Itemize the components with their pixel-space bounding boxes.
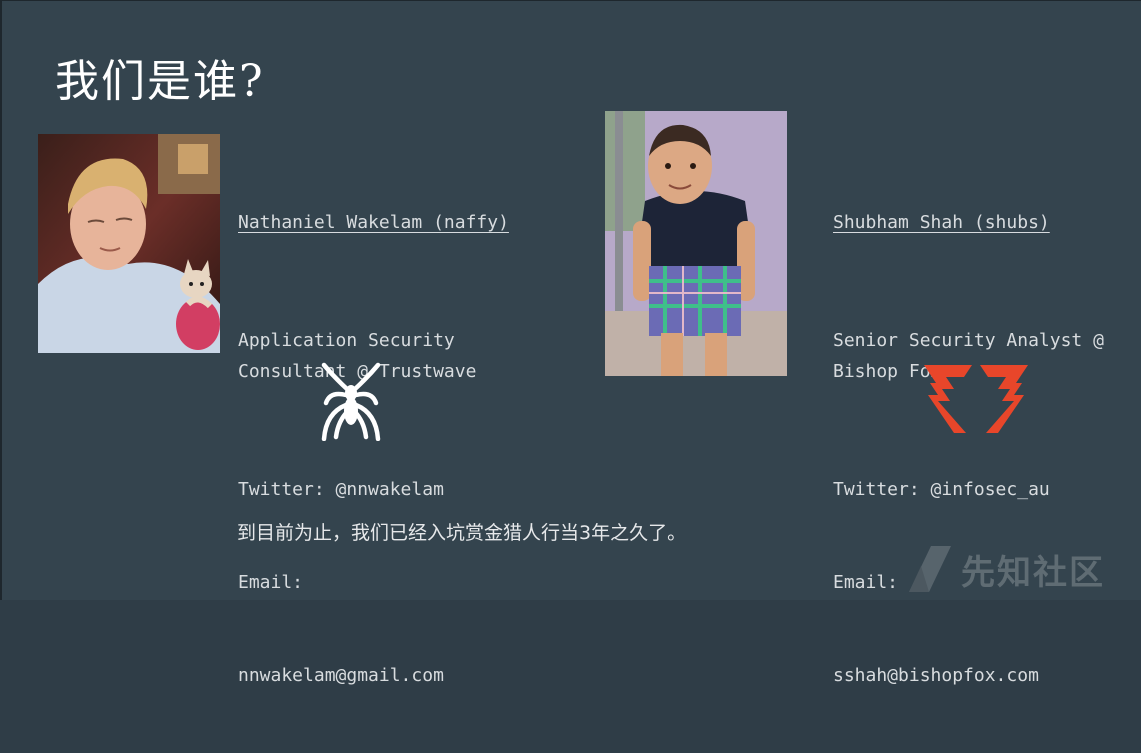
bishop-fox-logo	[924, 365, 1028, 435]
person-twitter: Twitter: @infosec_au	[833, 479, 1050, 500]
person-photo-naffy	[38, 134, 220, 353]
person-email-label: Email:	[238, 572, 304, 593]
slide-title: 我们是谁?	[55, 56, 265, 107]
person-name[interactable]: Shubham Shah (shubs)	[833, 207, 1104, 238]
slide: 我们是谁? Nathaniel Wakelam (naffy) Applicat…	[0, 0, 1141, 686]
watermark: 先知社区	[907, 544, 1105, 594]
person-info-naffy: Nathaniel Wakelam (naffy) Application Se…	[238, 145, 509, 753]
spider-icon	[320, 359, 382, 442]
person-info-shubs: Shubham Shah (shubs) Senior Security Ana…	[833, 145, 1104, 753]
person-photo-shubs	[605, 111, 787, 376]
person-email: sshah@bishopfox.com	[833, 665, 1039, 686]
watermark-logo-icon	[909, 546, 951, 592]
watermark-text: 先知社区	[961, 552, 1105, 593]
person-email: nnwakelam@gmail.com	[238, 665, 444, 686]
slide-caption: 到目前为止，我们已经入坑赏金猎人行当3年之久了。	[237, 522, 687, 544]
person-twitter: Twitter: @nnwakelam	[238, 479, 444, 500]
person-name[interactable]: Nathaniel Wakelam (naffy)	[238, 207, 509, 238]
